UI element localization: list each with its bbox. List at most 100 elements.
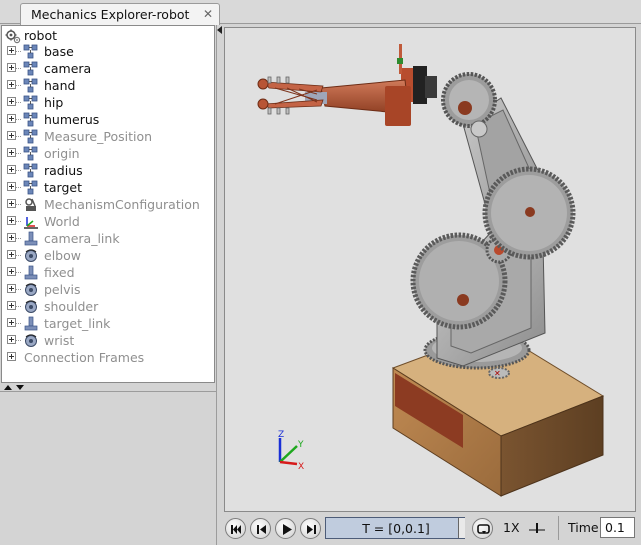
- expand-icon[interactable]: [7, 233, 16, 242]
- subsystem-icon: [23, 180, 38, 195]
- step-back-button[interactable]: [250, 518, 271, 539]
- skip-to-start-button[interactable]: [225, 518, 246, 539]
- tree-connector: [16, 136, 21, 137]
- tree-item-hand[interactable]: hand: [2, 77, 214, 94]
- tree-connector: [16, 68, 21, 69]
- tree-item-label: World: [44, 214, 80, 229]
- revolute-joint-icon: [25, 283, 37, 296]
- tree-item-mechanismconfiguration[interactable]: MechanismConfiguration: [2, 196, 214, 213]
- expand-icon[interactable]: [7, 267, 16, 276]
- tree-item-label: camera_link: [44, 231, 120, 246]
- time-slider-handle[interactable]: [458, 518, 465, 538]
- tab-mechanics-explorer[interactable]: Mechanics Explorer-robot ✕: [20, 3, 220, 25]
- time-range-slider[interactable]: T = [0,0.1]: [325, 517, 465, 539]
- model-tree[interactable]: robot base camera hand hip humerus Measure_Po…: [1, 25, 215, 383]
- tree-connector: [16, 153, 21, 154]
- revolute-joint-icon: [25, 334, 37, 347]
- tree-root-label: robot: [24, 28, 57, 43]
- weld-joint-icon: [24, 231, 38, 246]
- tree-item-connection-frames[interactable]: Connection Frames: [2, 349, 214, 366]
- axis-y-label: Y: [297, 440, 304, 450]
- tree-item-label: wrist: [44, 333, 75, 348]
- tree-item-origin[interactable]: origin: [2, 145, 214, 162]
- tree-item-hip[interactable]: hip: [2, 94, 214, 111]
- revolute-joint-icon: [25, 300, 37, 313]
- loop-button[interactable]: [472, 518, 493, 539]
- tree-item-fixed[interactable]: fixed: [2, 264, 214, 281]
- tree-item-label: origin: [44, 146, 80, 161]
- time-input[interactable]: 0.1: [600, 517, 635, 538]
- tree-item-label: pelvis: [44, 282, 81, 297]
- tree-connector: [16, 170, 21, 171]
- tree-item-wrist[interactable]: wrist: [2, 332, 214, 349]
- expand-icon[interactable]: [7, 335, 16, 344]
- close-icon[interactable]: ✕: [203, 7, 213, 21]
- expand-icon[interactable]: [7, 284, 16, 293]
- expand-icon[interactable]: [7, 250, 16, 259]
- expand-icon[interactable]: [7, 46, 16, 55]
- step-forward-button[interactable]: [300, 518, 321, 539]
- 3d-viewport[interactable]: ✕ Z Y X: [224, 27, 636, 512]
- tree-item-camera-link[interactable]: camera_link: [2, 230, 214, 247]
- tree-item-target-link[interactable]: target_link: [2, 315, 214, 332]
- tree-item-label: hand: [44, 78, 76, 93]
- tree-connector: [16, 221, 21, 222]
- mechanism-config-icon: [25, 198, 36, 211]
- expand-icon[interactable]: [7, 97, 16, 106]
- tree-item-elbow[interactable]: elbow: [2, 247, 214, 264]
- expand-icon[interactable]: [7, 80, 16, 89]
- tree-connector: [16, 85, 21, 86]
- expand-icon[interactable]: [7, 63, 16, 72]
- tree-item-label: humerus: [44, 112, 100, 127]
- expand-icon[interactable]: [7, 182, 16, 191]
- tree-item-label: Measure_Position: [44, 129, 153, 144]
- expand-icon[interactable]: [7, 148, 16, 157]
- tree-item-label: elbow: [44, 248, 81, 263]
- tree-item-measure-position[interactable]: Measure_Position: [2, 128, 214, 145]
- time-value: 0.1: [605, 520, 625, 535]
- tree-connector: [16, 119, 21, 120]
- tree-item-label: Connection Frames: [24, 350, 145, 365]
- tree-connector: [16, 323, 21, 324]
- tree-item-label: target_link: [44, 316, 111, 331]
- tree-item-label: radius: [44, 163, 83, 178]
- tab-bar: Mechanics Explorer-robot ✕: [0, 0, 641, 25]
- time-range-label: T = [0,0.1]: [362, 521, 430, 536]
- expand-icon[interactable]: [7, 318, 16, 327]
- tree-item-camera[interactable]: camera: [2, 60, 214, 77]
- tree-item-shoulder[interactable]: shoulder: [2, 298, 214, 315]
- collapse-arrow-icon[interactable]: [217, 26, 223, 34]
- expand-icon[interactable]: [7, 114, 16, 123]
- weld-joint-icon: [24, 265, 38, 280]
- expand-icon[interactable]: [7, 301, 16, 310]
- subsystem-icon: [23, 129, 38, 144]
- tree-item-world[interactable]: World: [2, 213, 214, 230]
- subsystem-icon: [23, 112, 38, 127]
- tree-root-robot[interactable]: robot: [2, 26, 214, 44]
- axis-triad: Z Y X: [278, 430, 304, 472]
- loop-icon: [477, 524, 490, 534]
- tree-item-label: shoulder: [44, 299, 99, 314]
- tree-connector: [16, 102, 21, 103]
- expand-icon[interactable]: [7, 131, 16, 140]
- tree-connector: [16, 272, 21, 273]
- step-back-icon: [257, 525, 266, 534]
- subsystem-icon: [23, 163, 38, 178]
- tree-item-radius[interactable]: radius: [2, 162, 214, 179]
- tree-item-base[interactable]: base: [2, 43, 214, 60]
- expand-icon[interactable]: [7, 199, 16, 208]
- tree-item-pelvis[interactable]: pelvis: [2, 281, 214, 298]
- speed-slider-icon[interactable]: [527, 518, 547, 538]
- tree-item-label: target: [44, 180, 83, 195]
- expand-icon[interactable]: [7, 352, 16, 361]
- mechanics-explorer-window: Mechanics Explorer-robot ✕ robot base cam…: [0, 0, 641, 545]
- expand-icon[interactable]: [7, 165, 16, 174]
- play-button[interactable]: [275, 518, 296, 539]
- step-forward-icon: [307, 525, 316, 534]
- tree-item-target[interactable]: target: [2, 179, 214, 196]
- expand-icon[interactable]: [7, 216, 16, 225]
- revolute-joint-icon: [25, 249, 37, 262]
- tab-title: Mechanics Explorer-robot: [31, 7, 190, 22]
- tree-item-humerus[interactable]: humerus: [2, 111, 214, 128]
- vertical-splitter[interactable]: [216, 25, 222, 545]
